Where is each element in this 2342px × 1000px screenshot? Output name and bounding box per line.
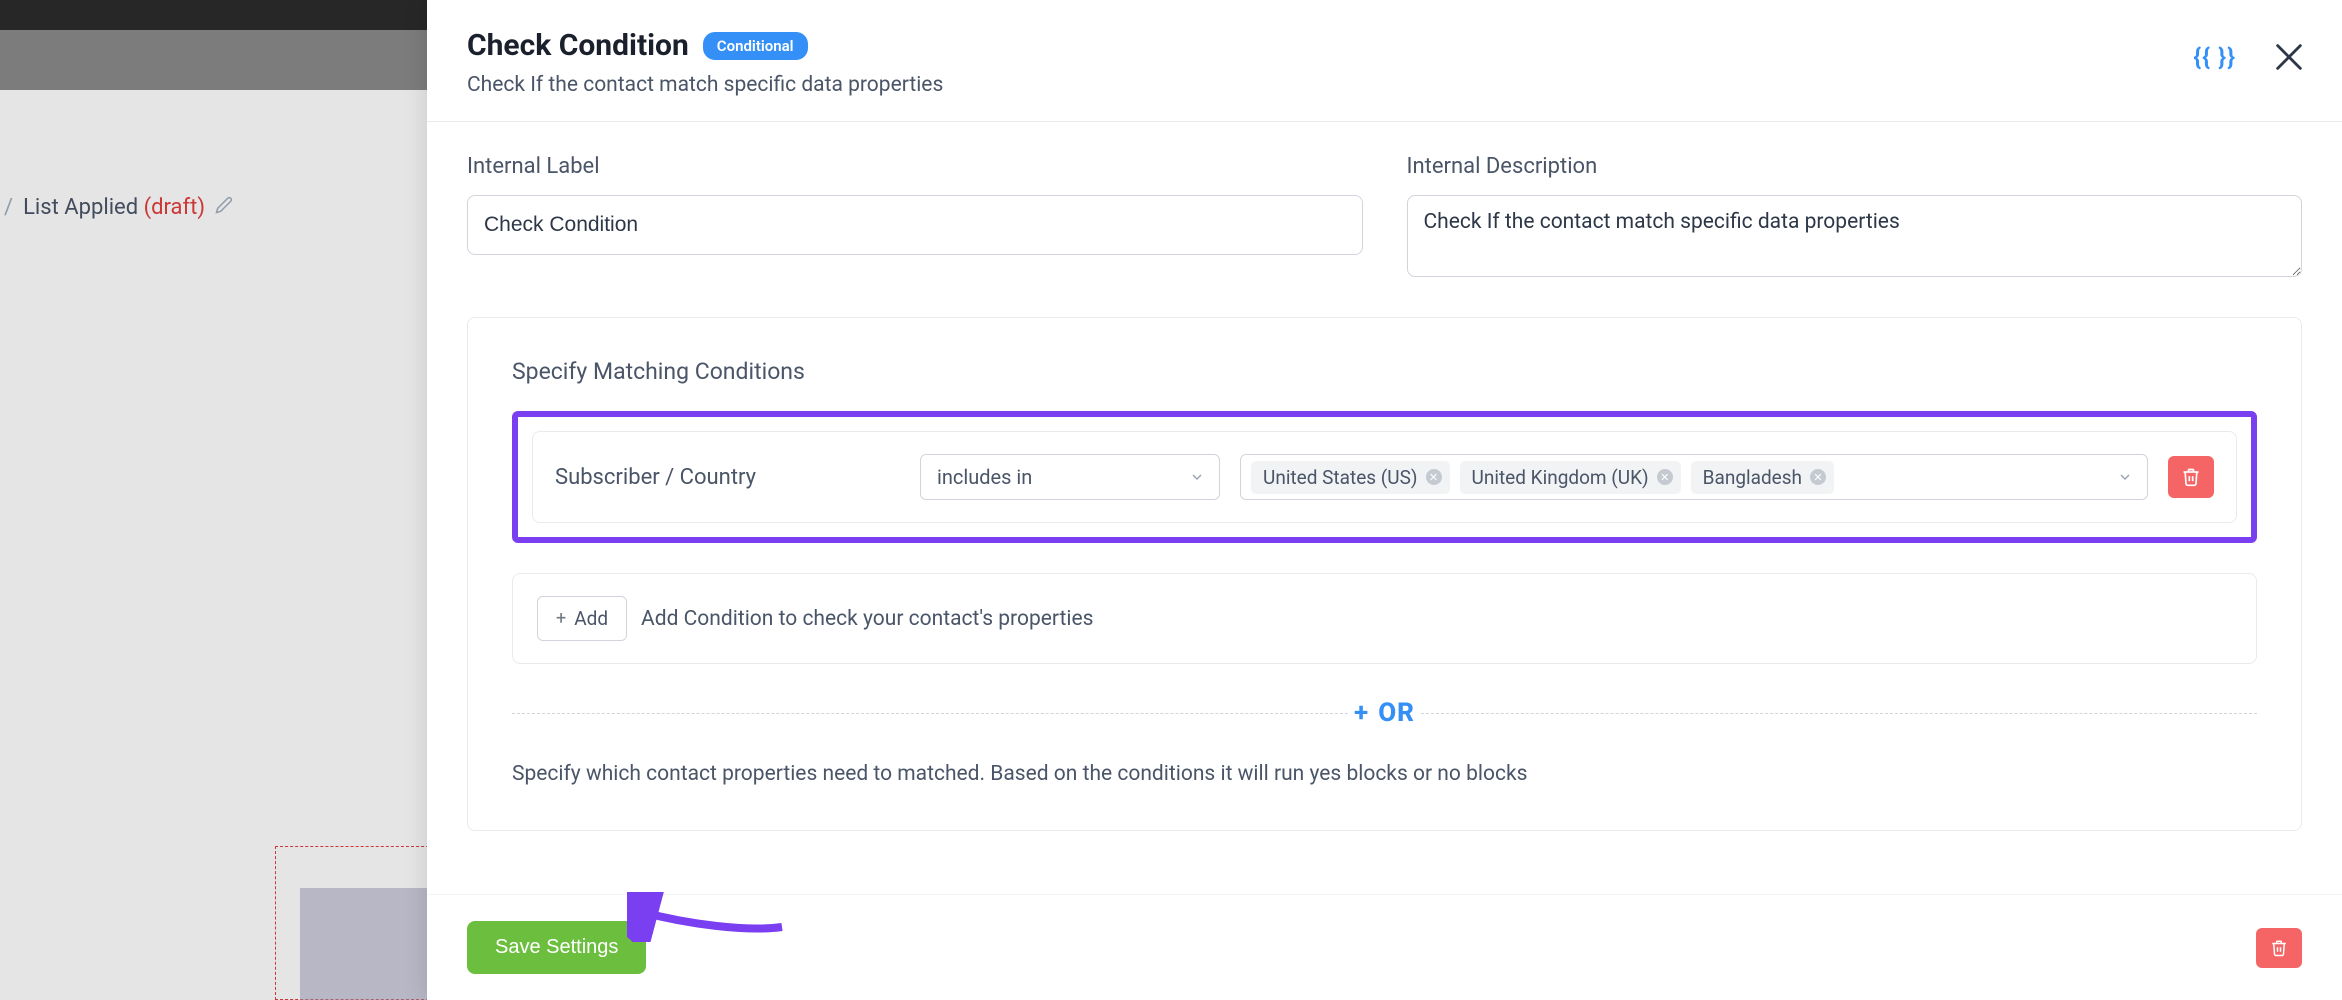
or-line-right [1421,713,2257,714]
tag-remove-icon[interactable]: ✕ [1657,469,1673,485]
conditional-badge: Conditional [703,32,808,60]
add-button-label: Add [574,607,608,630]
operator-select[interactable]: includes in [920,454,1220,500]
check-condition-modal: Check Condition Conditional Check If the… [427,0,2342,1000]
close-icon[interactable] [2272,40,2306,74]
modal-header: Check Condition Conditional Check If the… [427,0,2342,122]
or-line-left [512,713,1348,714]
modal-title: Check Condition [467,28,689,63]
add-condition-row: + Add Add Condition to check your contac… [512,573,2257,664]
tag-label: United States (US) [1263,466,1418,489]
chevron-down-icon [2117,469,2133,485]
highlight-annotation: Subscriber / Country includes in United … [512,411,2257,543]
tag-item: United Kingdom (UK) ✕ [1460,461,1681,494]
or-separator: + OR [512,698,2257,728]
internal-description-label: Internal Description [1407,154,2303,179]
tag-list: United States (US) ✕ United Kingdom (UK)… [1251,461,1834,494]
modal-body: Internal Label Internal Description Chec… [427,122,2342,894]
or-add-button[interactable]: + OR [1348,698,1421,728]
condition-field-label: Subscriber / Country [555,465,900,490]
tag-item: United States (US) ✕ [1251,461,1450,494]
smart-codes-button[interactable]: {{ }} [2193,43,2236,71]
tag-remove-icon[interactable]: ✕ [1426,469,1442,485]
condition-row: Subscriber / Country includes in United … [532,431,2237,523]
delete-step-button[interactable] [2256,928,2302,968]
plus-icon: + [556,608,566,629]
operator-value: includes in [937,465,1032,489]
save-button[interactable]: Save Settings [467,921,646,974]
modal-subtitle: Check If the contact match specific data… [467,73,2302,97]
internal-description-input[interactable]: Check If the contact match specific data… [1407,195,2303,277]
tag-item: Bangladesh ✕ [1691,461,1834,494]
plus-icon: + [1354,698,1368,728]
delete-condition-button[interactable] [2168,456,2214,498]
modal-footer: Save Settings [427,894,2342,1000]
add-condition-button[interactable]: + Add [537,596,627,641]
internal-label-input[interactable] [467,195,1363,255]
conditions-panel: Specify Matching Conditions Subscriber /… [467,317,2302,831]
tag-label: Bangladesh [1703,466,1802,489]
internal-label-label: Internal Label [467,154,1363,179]
values-multiselect[interactable]: United States (US) ✕ United Kingdom (UK)… [1240,454,2148,500]
or-label: OR [1378,698,1415,728]
chevron-down-icon [1189,469,1205,485]
add-condition-desc: Add Condition to check your contact's pr… [641,607,1093,631]
tag-remove-icon[interactable]: ✕ [1810,469,1826,485]
tag-label: United Kingdom (UK) [1472,466,1649,489]
conditions-helper-text: Specify which contact properties need to… [512,762,2257,786]
conditions-title: Specify Matching Conditions [512,358,2257,385]
